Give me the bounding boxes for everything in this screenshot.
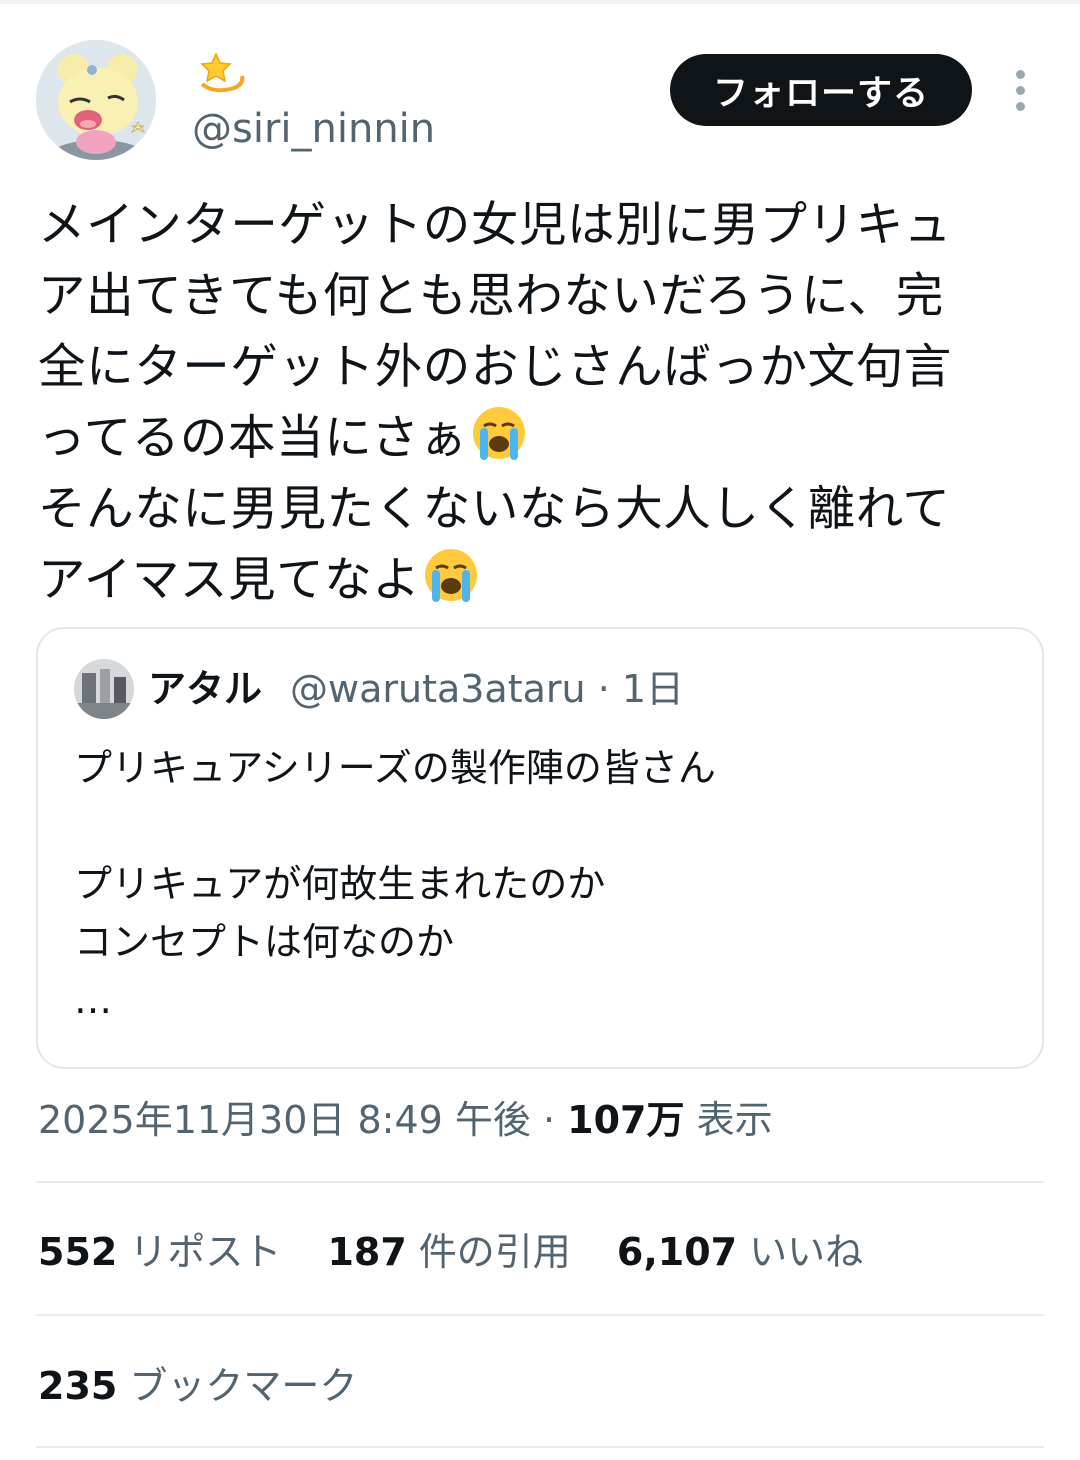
bookmarks-stat[interactable]: 235 ブックマーク (38, 1360, 357, 1412)
dizzy-star-icon (200, 52, 245, 93)
quoted-author-meta: @waruta3ataru · 1日 (290, 667, 685, 711)
author-handle[interactable]: @siri_ninnin (192, 104, 435, 154)
likes-count: 6,107 (616, 1230, 738, 1274)
bookmarks-count: 235 (38, 1364, 118, 1408)
timestamp-datetime[interactable]: 2025年11月30日 8:49 午後 · (38, 1098, 567, 1142)
tweet-line: そんなに男見たくないなら大人しく離れて (38, 482, 951, 537)
tweet-timestamp: 2025年11月30日 8:49 午後 · 107万 表示 (38, 1094, 773, 1146)
tweet-body: メインターゲットの女児は別に男プリキュ ア出てきても何とも思わないだろうに、完 … (38, 190, 1048, 616)
divider (36, 1446, 1044, 1448)
tweet-line-text: アイマス見てなよ (38, 553, 421, 608)
photo-avatar-icon (74, 659, 134, 719)
bookmarks-label: ブックマーク (129, 1364, 358, 1408)
tweet-line-with-emoji: アイマス見てなよ (38, 545, 1048, 616)
reposts-count: 552 (38, 1230, 118, 1274)
quotes-label: 件の引用 (418, 1230, 571, 1274)
quotes-count: 187 (327, 1230, 407, 1274)
tweet-line-text: ってるの本当にさぁ (38, 411, 468, 466)
reposts-label: リポスト (129, 1230, 282, 1274)
quoted-line (74, 797, 1014, 855)
quoted-tweet-body: プリキュアシリーズの製作陣の皆さん プリキュアが何故生まれたのか コンセプトは何… (74, 739, 1014, 1029)
loudly-crying-face-icon (472, 407, 525, 460)
reposts-stat[interactable]: 552 リポスト (38, 1226, 281, 1278)
engagement-stats: 552 リポスト 187 件の引用 6,107 いいね (38, 1226, 897, 1278)
quoted-author-name[interactable]: アタル (148, 663, 262, 715)
loudly-crying-face-icon (425, 549, 478, 602)
bear-character-icon (36, 40, 156, 160)
tweet-line: メインターゲットの女児は別に男プリキュ (38, 198, 952, 253)
quoted-line: コンセプトは何なのか (74, 920, 455, 964)
author-avatar[interactable] (36, 40, 156, 160)
tweet-line-with-emoji: ってるの本当にさぁ (38, 403, 1048, 474)
more-options-icon[interactable] (1002, 68, 1038, 112)
quoted-line: … (74, 978, 112, 1022)
quotes-stat[interactable]: 187 件の引用 (327, 1226, 570, 1278)
quoted-line: プリキュアが何故生まれたのか (74, 862, 606, 906)
tweet-line: 全にターゲット外のおじさんばっか文句言 (38, 340, 952, 395)
quoted-tweet-card[interactable]: アタル @waruta3ataru · 1日 プリキュアシリーズの製作陣の皆さん… (36, 627, 1044, 1069)
likes-stat[interactable]: 6,107 いいね (617, 1226, 863, 1278)
views-label: 表示 (684, 1098, 773, 1142)
quoted-line: プリキュアシリーズの製作陣の皆さん (74, 746, 716, 790)
divider (36, 1181, 1044, 1183)
likes-label: いいね (749, 1230, 864, 1274)
quoted-author-avatar[interactable] (74, 659, 134, 719)
divider (36, 1314, 1044, 1316)
follow-button[interactable]: フォローする (670, 54, 972, 126)
tweet-header: @siri_ninnin フォローする (36, 40, 1046, 164)
tweet-line: ア出てきても何とも思わないだろうに、完 (38, 269, 944, 324)
views-count: 107万 (567, 1098, 685, 1142)
top-divider (0, 0, 1080, 4)
